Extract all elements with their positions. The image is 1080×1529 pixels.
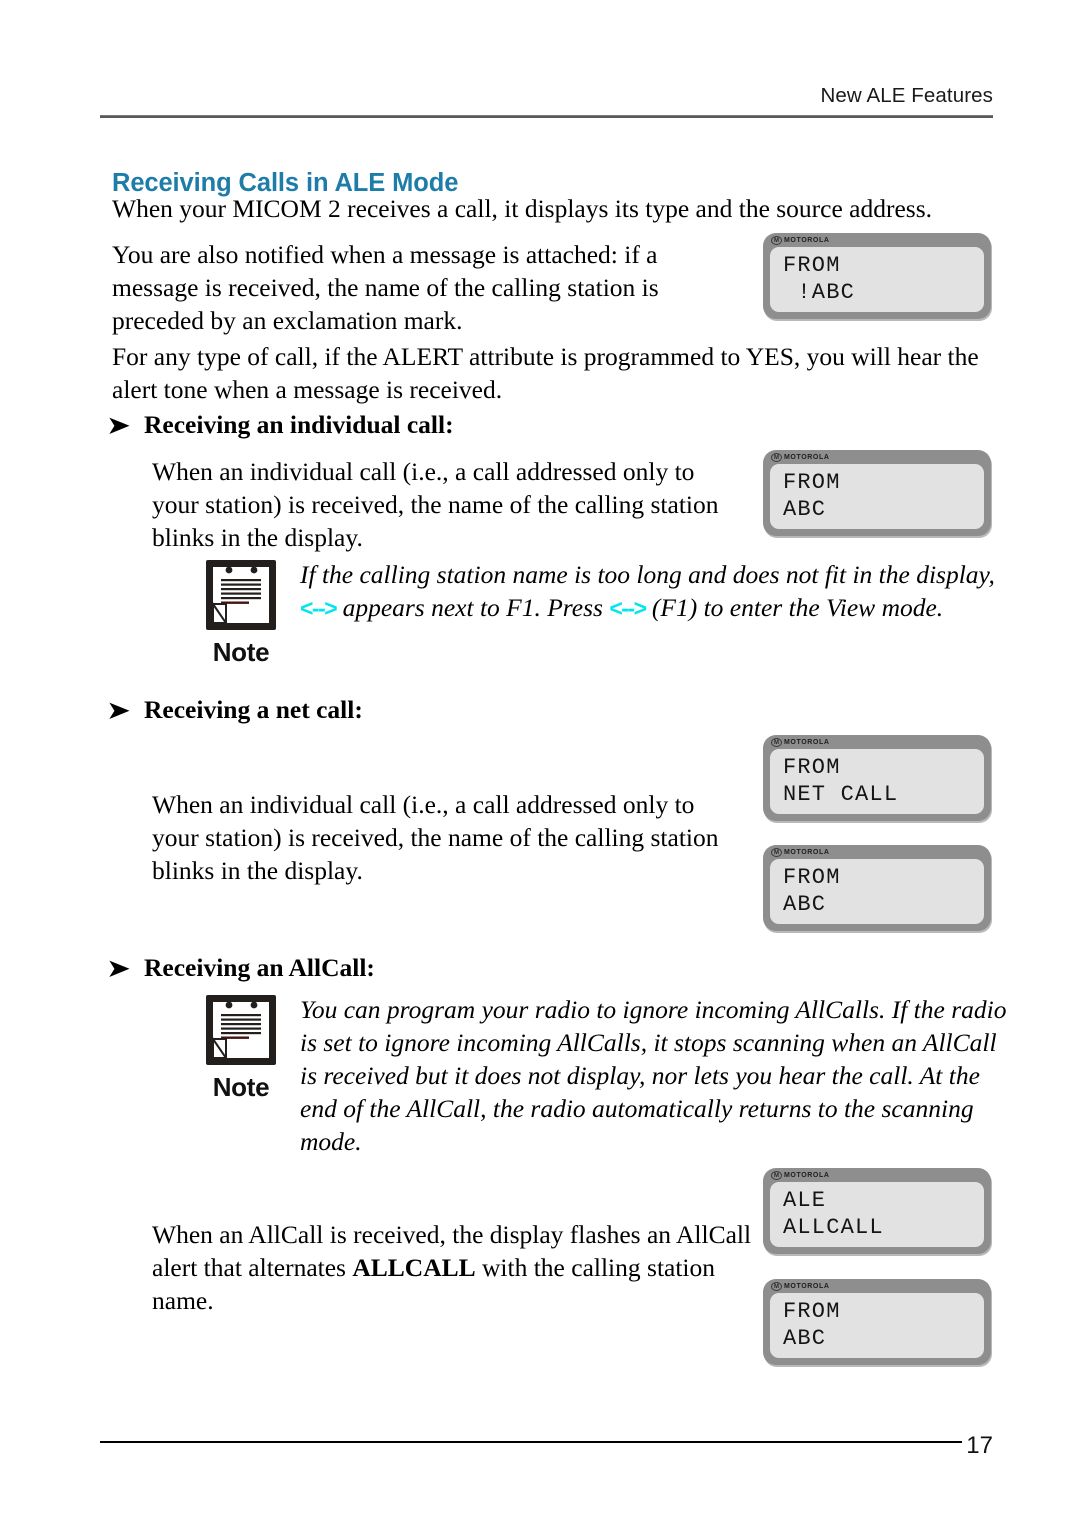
running-head: New ALE Features	[820, 84, 993, 107]
heading-receiving-allcall: ➤ Receiving an AllCall:	[107, 953, 375, 984]
lcd-line-1: FROM	[783, 755, 841, 780]
note-label: Note	[212, 637, 270, 667]
note-text: If the calling station name is too long …	[300, 558, 1006, 625]
individual-call-body: When an individual call (i.e., a call ad…	[152, 457, 719, 552]
allcall-body-bold: ALLCALL	[352, 1253, 476, 1282]
left-right-arrow-icon-2: <-->	[609, 595, 647, 621]
lcd-line-2: ABC	[783, 1326, 827, 1351]
motorola-badge: M MOTOROLA	[771, 737, 830, 748]
lcd-display-from-exclamation-abc: M MOTOROLA FROM !ABC	[763, 233, 991, 319]
heading-label: Receiving an AllCall:	[144, 953, 375, 982]
left-right-arrow-icon-1: <-->	[300, 595, 338, 621]
motorola-badge: M MOTOROLA	[771, 235, 830, 246]
lcd-line-2: ABC	[783, 892, 827, 917]
note-badge: Note	[196, 991, 286, 1102]
note-text-part-1: If the calling station name is too long …	[300, 560, 995, 589]
motorola-m-icon: M	[771, 1171, 782, 1180]
motorola-m-icon: M	[771, 453, 782, 462]
lcd-line-1: FROM	[783, 1299, 841, 1324]
note-badge: Note	[196, 556, 286, 667]
lcd-line-2: !ABC	[783, 280, 856, 305]
bullet-arrow-icon: ➤	[107, 413, 130, 438]
motorola-m-icon: M	[771, 1282, 782, 1291]
lcd-line-1: FROM	[783, 470, 841, 495]
motorola-badge: M MOTOROLA	[771, 1170, 830, 1181]
lcd-display-from-net-call: M MOTOROLA FROM NET CALL	[763, 735, 991, 821]
note-text-part-3: (F1) to enter the View mode.	[645, 593, 944, 622]
motorola-m-icon: M	[771, 738, 782, 747]
motorola-wordmark: MOTOROLA	[784, 237, 830, 244]
net-call-body: When an individual call (i.e., a call ad…	[152, 790, 719, 885]
motorola-wordmark: MOTOROLA	[784, 454, 830, 461]
allcall-body: When an AllCall is received, the display…	[152, 1218, 757, 1317]
page-number: 17	[966, 1432, 993, 1459]
footer-divider	[100, 1441, 962, 1443]
lcd-display-from-abc-individual: M MOTOROLA FROM ABC	[763, 450, 991, 536]
page-header: New ALE Features	[100, 84, 993, 118]
note-page-icon	[206, 560, 276, 630]
lcd-screen: FROM !ABC	[770, 247, 984, 312]
lcd-display-from-abc-allcall: M MOTOROLA FROM ABC	[763, 1279, 991, 1365]
lcd-screen: FROM ABC	[770, 464, 984, 529]
lcd-line-1: FROM	[783, 865, 841, 890]
intro-paragraph-1: When your MICOM 2 receives a call, it di…	[112, 194, 933, 223]
motorola-m-icon: M	[771, 848, 782, 857]
motorola-badge: M MOTOROLA	[771, 1281, 830, 1292]
lcd-display-ale-allcall: M MOTOROLA ALE ALLCALL	[763, 1168, 991, 1254]
lcd-line-1: ALE	[783, 1188, 827, 1213]
motorola-wordmark: MOTOROLA	[784, 739, 830, 746]
note-text: You can program your radio to ignore inc…	[300, 995, 1007, 1156]
heading-receiving-net-call: ➤ Receiving a net call:	[107, 695, 363, 726]
lcd-line-2: ABC	[783, 497, 827, 522]
heading-receiving-individual-call: ➤ Receiving an individual call:	[107, 410, 454, 441]
lcd-screen: ALE ALLCALL	[770, 1182, 984, 1247]
motorola-wordmark: MOTOROLA	[784, 1283, 830, 1290]
motorola-badge: M MOTOROLA	[771, 452, 830, 463]
motorola-wordmark: MOTOROLA	[784, 849, 830, 856]
heading-label: Receiving a net call:	[144, 695, 363, 724]
bullet-arrow-icon: ➤	[107, 698, 130, 723]
intro-paragraph-2: You are also notified when a message is …	[112, 240, 659, 335]
header-divider	[100, 114, 993, 118]
heading-label: Receiving an individual call:	[144, 410, 454, 439]
lcd-line-1: FROM	[783, 253, 841, 278]
lcd-line-2: ALLCALL	[783, 1215, 884, 1240]
lcd-screen: FROM ABC	[770, 1293, 984, 1358]
note-label: Note	[212, 1072, 270, 1102]
motorola-m-icon: M	[771, 236, 782, 245]
lcd-display-from-abc-net: M MOTOROLA FROM ABC	[763, 845, 991, 931]
intro-paragraph-3: For any type of call, if the ALERT attri…	[112, 342, 979, 404]
lcd-line-2: NET CALL	[783, 782, 899, 807]
motorola-badge: M MOTOROLA	[771, 847, 830, 858]
lcd-screen: FROM ABC	[770, 859, 984, 924]
lcd-screen: FROM NET CALL	[770, 749, 984, 814]
note-text-part-2: appears next to F1. Press	[336, 593, 610, 622]
motorola-wordmark: MOTOROLA	[784, 1172, 830, 1179]
note-page-icon	[206, 995, 276, 1065]
bullet-arrow-icon: ➤	[107, 956, 130, 981]
